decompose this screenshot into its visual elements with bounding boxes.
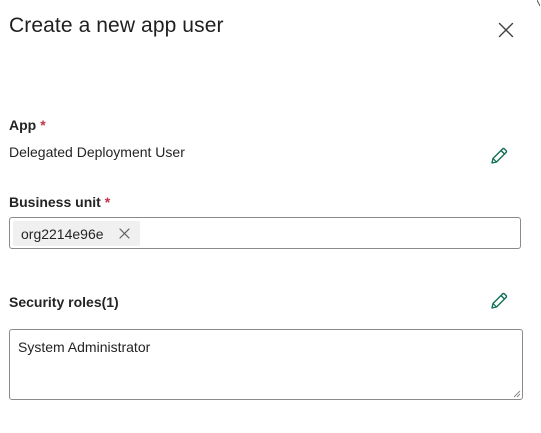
pencil-icon — [491, 147, 508, 164]
business-unit-lookup[interactable]: org2214e96e — [9, 217, 521, 249]
create-app-user-panel: Create a new app user App * Delegated Dep… — [0, 0, 541, 433]
edit-security-roles-button[interactable] — [488, 290, 510, 312]
close-button[interactable] — [494, 18, 518, 42]
app-label-text: App — [9, 117, 37, 133]
app-value: Delegated Deployment User — [9, 144, 185, 160]
edit-app-button[interactable] — [488, 145, 510, 167]
required-marker: * — [40, 117, 46, 133]
security-roles-value: System Administrator — [18, 339, 151, 355]
remove-tag-button[interactable] — [118, 227, 132, 241]
security-roles-label: Security roles(1) — [9, 294, 119, 310]
close-icon — [119, 228, 130, 239]
edge-mark — [537, 0, 540, 6]
business-unit-label-text: Business unit — [9, 194, 101, 210]
required-marker: * — [104, 194, 111, 210]
app-label: App * — [9, 117, 46, 133]
business-unit-tag-label: org2214e96e — [21, 225, 104, 242]
pencil-icon — [491, 292, 508, 309]
business-unit-label: Business unit * — [9, 194, 110, 210]
panel-title: Create a new app user — [9, 14, 224, 37]
security-roles-textarea[interactable]: System Administrator — [9, 329, 523, 400]
resize-grip-icon[interactable] — [513, 390, 521, 398]
business-unit-tag: org2214e96e — [13, 221, 140, 246]
close-icon — [498, 22, 514, 38]
